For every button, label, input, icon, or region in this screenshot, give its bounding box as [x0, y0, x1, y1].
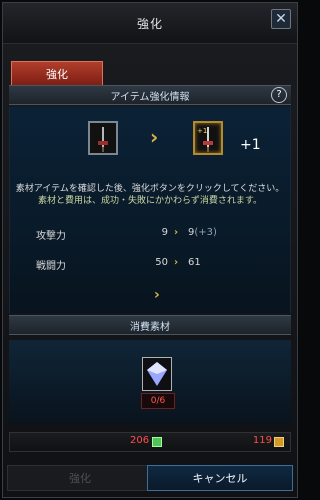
- attack-bonus: (+3): [194, 227, 217, 238]
- materials-title: 消費素材: [130, 321, 170, 333]
- enhancement-label: +1: [240, 137, 261, 153]
- item-info-panel: › +1 +1 素材アイテムを確認した後、強化ボタンをクリックしてください。 素…: [9, 107, 291, 313]
- power-arrow-icon: ›: [174, 257, 179, 268]
- cancel-button[interactable]: キャンセル: [147, 465, 293, 491]
- crystal-icon: [147, 362, 167, 386]
- close-button[interactable]: ✕: [271, 9, 291, 29]
- attack-new: 9(+3): [188, 227, 217, 238]
- item-info-header: アイテム強化情報 ?: [9, 85, 291, 105]
- attack-arrow-icon: ›: [174, 227, 179, 238]
- sword-icon: +1: [197, 127, 213, 152]
- instruction-line-2: 素材と費用は、成功・失敗にかかわらず消費されます。: [38, 196, 262, 206]
- enhance-window: 強化 ✕ 強化 アイテム強化情報 ? › +1 +1 素材アイテムを確認した後、…: [2, 2, 298, 498]
- gold-currency-value: 119: [252, 435, 272, 446]
- attack-label: 攻撃力: [36, 231, 66, 242]
- window-title: 強化: [136, 17, 163, 31]
- action-buttons: 強化 キャンセル: [7, 465, 293, 491]
- item-info-title: アイテム強化情報: [110, 91, 190, 103]
- enhance-button[interactable]: 強化: [7, 465, 153, 491]
- title-bar: 強化 ✕: [3, 3, 297, 44]
- sword-icon: [98, 127, 108, 152]
- green-currency-value: 206: [130, 435, 150, 446]
- material-count-badge: 0/6: [141, 393, 175, 409]
- right-arrow-icon: ›: [150, 125, 159, 149]
- item-slot-result[interactable]: +1: [193, 121, 223, 155]
- help-icon: ?: [276, 89, 282, 100]
- attack-old: 9: [161, 227, 168, 238]
- close-icon: ✕: [275, 11, 287, 27]
- pending-arrow-icon: ›: [154, 287, 160, 303]
- green-cube-icon: [152, 437, 162, 447]
- help-button[interactable]: ?: [271, 87, 287, 103]
- currency-bar: 206 119: [9, 432, 291, 452]
- power-new: 61: [188, 257, 201, 268]
- power-label: 戦闘力: [36, 261, 66, 272]
- material-slot[interactable]: [142, 357, 172, 391]
- tab-enhance[interactable]: 強化: [11, 61, 103, 87]
- materials-header: 消費素材: [9, 315, 291, 335]
- gold-coin-icon: [274, 437, 284, 447]
- item-slot-current[interactable]: [88, 121, 118, 155]
- instruction-line-1: 素材アイテムを確認した後、強化ボタンをクリックしてください。: [15, 184, 285, 194]
- svg-text:+1: +1: [197, 127, 207, 135]
- power-old: 50: [155, 257, 168, 268]
